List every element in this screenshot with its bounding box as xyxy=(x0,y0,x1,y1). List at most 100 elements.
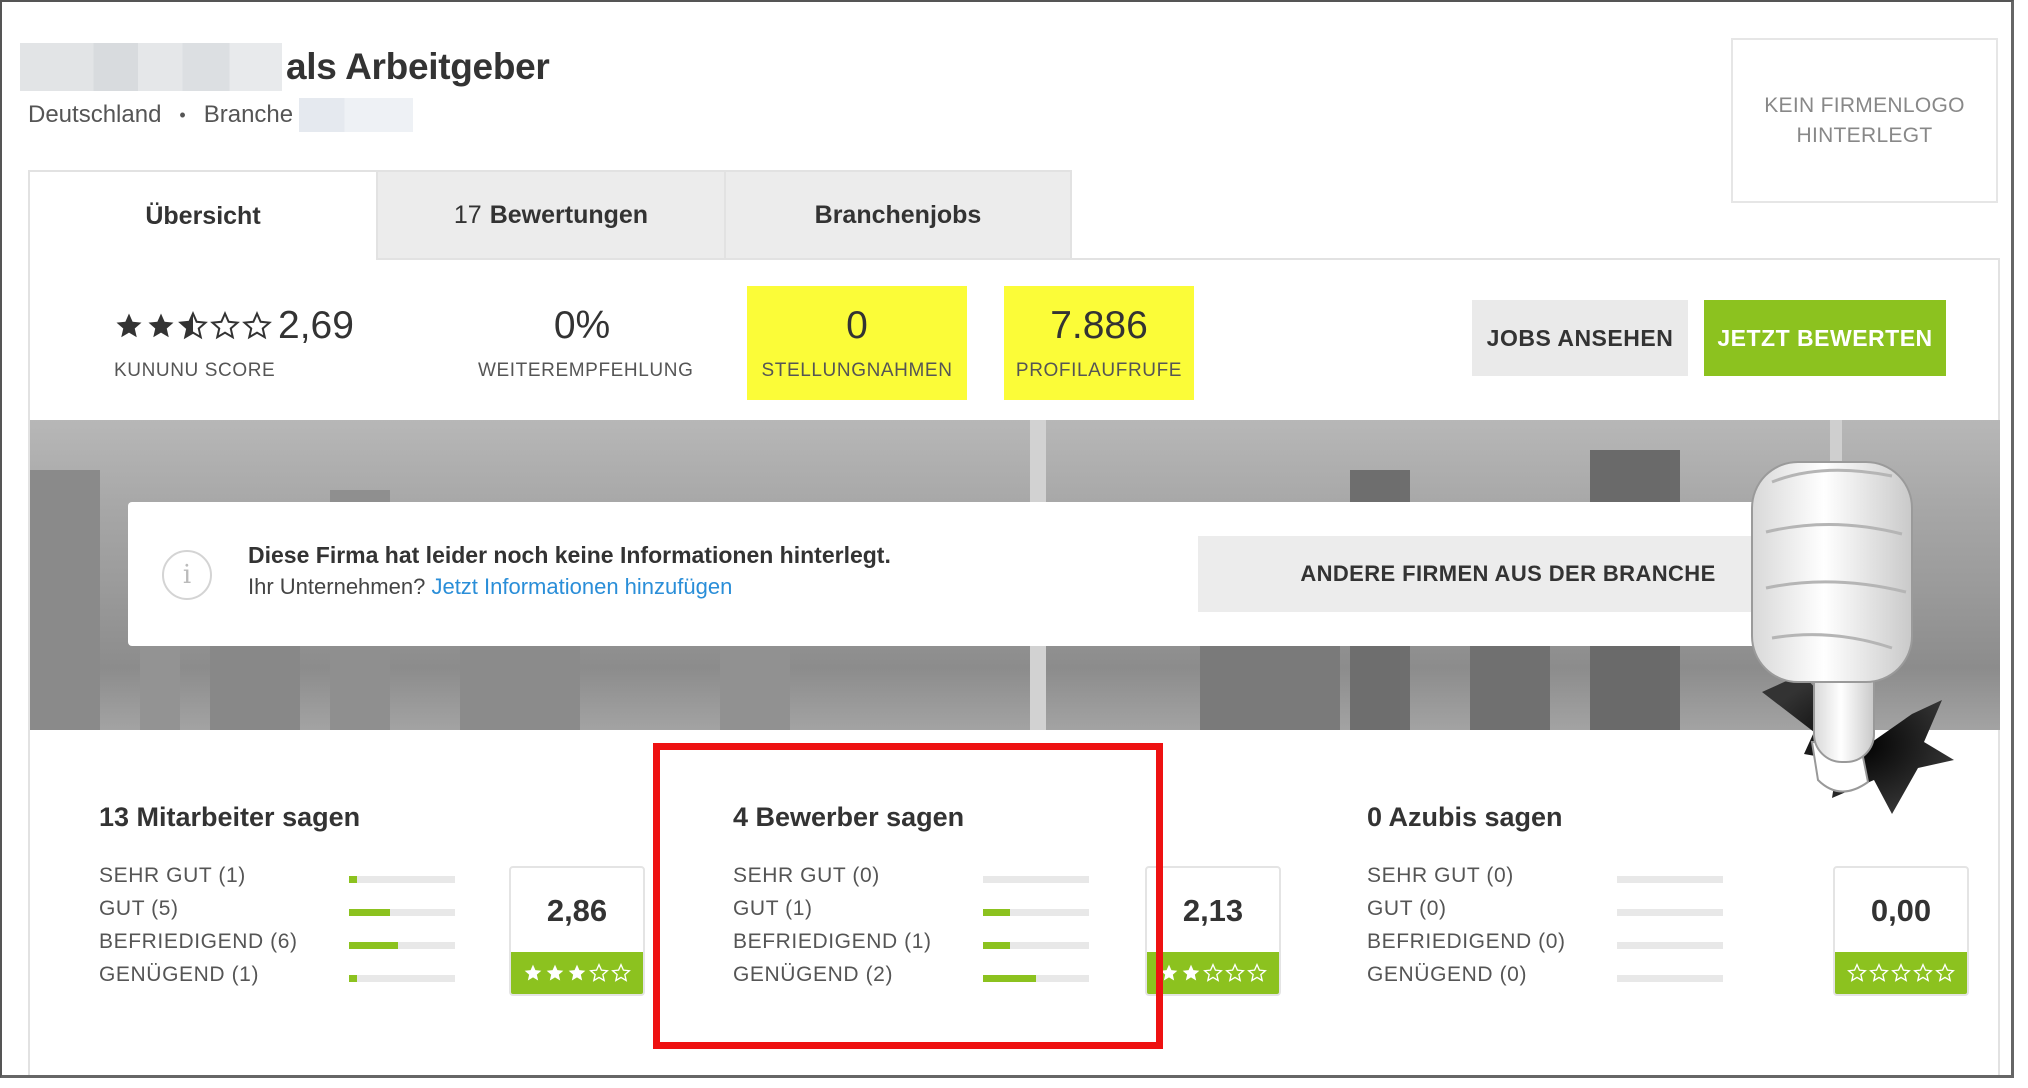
tab-underline xyxy=(376,258,2000,260)
company-name-redacted xyxy=(20,43,282,91)
rating-row: SEHR GUT (1) xyxy=(99,864,459,897)
rating-row: SEHR GUT (0) xyxy=(1367,864,1727,897)
rate-now-button[interactable]: JETZT BEWERTEN xyxy=(1704,300,1946,376)
rating-row: GENÜGEND (1) xyxy=(99,963,459,996)
page-title: als Arbeitgeber xyxy=(286,46,550,87)
recommendation-value: 0% xyxy=(553,304,611,347)
star-empty-icon xyxy=(611,963,631,982)
add-info-link[interactable]: Jetzt Informationen hinzufügen xyxy=(431,574,732,599)
no-info-question: Ihr Unternehmen? Jetzt Informationen hin… xyxy=(248,574,732,600)
score-card: 2,13 xyxy=(1145,866,1281,996)
rating-bar-track xyxy=(1617,909,1723,916)
group-title: 13 Mitarbeiter sagen xyxy=(99,802,361,832)
score-card-value: 0,00 xyxy=(1870,893,1932,928)
no-info-title: Diese Firma hat leider noch keine Inform… xyxy=(248,542,891,568)
rating-bar-track xyxy=(1617,876,1723,883)
rating-row: BEFRIEDIGEND (0) xyxy=(1367,930,1727,963)
profile-tabs: Übersicht 17 Bewertungen Branchenjobs xyxy=(28,170,1072,260)
kununu-score-stat: 2,69 KUNUNU SCORE xyxy=(114,302,354,382)
star-empty-icon xyxy=(1891,963,1911,982)
tab-reviews-count: 17 xyxy=(453,200,482,229)
rating-label: BEFRIEDIGEND (6) xyxy=(99,930,298,953)
page-header: als Arbeitgeber xyxy=(20,43,550,91)
star-empty-icon xyxy=(589,963,609,982)
rating-bar-track xyxy=(349,942,455,949)
rating-bar-fill xyxy=(349,942,398,949)
star-full-icon xyxy=(546,964,564,981)
logo-placeholder-line2: HINTERLEGT xyxy=(1796,123,1933,147)
star-empty-icon xyxy=(242,311,272,340)
recommendation-label: WEITEREMPFEHLUNG xyxy=(478,360,694,381)
meta-separator: • xyxy=(179,104,186,125)
company-logo-placeholder: KEIN FIRMENLOGO HINTERLEGT xyxy=(1731,38,1998,203)
score-card: 0,00 xyxy=(1833,866,1969,996)
country-label: Deutschland xyxy=(28,101,162,128)
statements-label: STELLUNGNAHMEN xyxy=(761,360,953,381)
star-empty-icon xyxy=(1247,963,1267,982)
statements-value: 0 xyxy=(846,304,868,347)
rating-bar-fill xyxy=(349,876,357,883)
branche-value-redacted xyxy=(299,98,414,132)
star-empty-icon xyxy=(1847,963,1867,982)
info-icon: i xyxy=(162,550,212,600)
rating-row: GENÜGEND (0) xyxy=(1367,963,1727,996)
apprentices-ratings: 0 Azubis sagen SEHR GUT (0) GUT (0) BEFR… xyxy=(1367,802,1969,1012)
star-empty-icon xyxy=(1225,963,1245,982)
star-full-icon xyxy=(524,964,542,981)
company-question: Ihr Unternehmen? xyxy=(248,574,426,599)
star-empty-icon xyxy=(1203,963,1223,982)
star-full-icon xyxy=(148,313,174,338)
star-empty-icon xyxy=(210,311,240,340)
star-empty-icon xyxy=(1913,963,1933,982)
rating-bar-track xyxy=(349,876,455,883)
star-full-icon xyxy=(568,964,586,981)
screenshot-frame: als Arbeitgeber Deutschland • Branche KE… xyxy=(0,0,2014,1078)
tab-industry-jobs-label: Branchenjobs xyxy=(814,200,982,229)
rating-label: BEFRIEDIGEND (0) xyxy=(1367,930,1566,953)
tab-overview[interactable]: Übersicht xyxy=(28,170,376,260)
rating-row: GUT (0) xyxy=(1367,897,1727,930)
rating-bar-track xyxy=(1617,942,1723,949)
score-card-stars xyxy=(1147,952,1279,994)
rating-row: GUT (5) xyxy=(99,897,459,930)
star-empty-icon xyxy=(1869,963,1889,982)
view-jobs-button[interactable]: JOBS ANSEHEN xyxy=(1472,300,1688,376)
annotation-red-box xyxy=(653,743,1163,1049)
score-stars xyxy=(114,311,274,341)
company-meta: Deutschland • Branche xyxy=(28,98,414,132)
rating-bar-fill xyxy=(349,909,390,916)
tab-reviews-label: Bewertungen xyxy=(489,200,649,229)
score-card-stars xyxy=(1835,952,1967,994)
profile-views-stat: 7.886 PROFILAUFRUFE xyxy=(1004,286,1194,400)
rating-bar-track xyxy=(1617,975,1723,982)
other-companies-button[interactable]: ANDERE FIRMEN AUS DER BRANCHE xyxy=(1198,536,1818,612)
rating-label: GUT (0) xyxy=(1367,897,1447,920)
rating-label: GENÜGEND (0) xyxy=(1367,963,1528,986)
star-full-icon xyxy=(116,313,142,338)
rating-bar-fill xyxy=(349,975,357,982)
rating-label: GUT (5) xyxy=(99,897,179,920)
rating-row: BEFRIEDIGEND (6) xyxy=(99,930,459,963)
score-card: 2,86 xyxy=(509,866,645,996)
score-card-value: 2,13 xyxy=(1182,893,1244,928)
star-full-icon xyxy=(1182,964,1200,981)
star-half-icon xyxy=(178,311,208,340)
score-card-stars xyxy=(511,952,643,994)
rating-label: SEHR GUT (1) xyxy=(99,864,246,887)
rating-label: GENÜGEND (1) xyxy=(99,963,260,986)
score-value: 2,69 xyxy=(278,304,354,347)
statements-stat: 0 STELLUNGNAHMEN xyxy=(747,286,967,400)
star-empty-icon xyxy=(1935,963,1955,982)
recommendation-stat: 0% WEITEREMPFEHLUNG xyxy=(478,302,694,382)
tab-reviews[interactable]: 17 Bewertungen xyxy=(376,170,724,260)
score-card-value: 2,86 xyxy=(546,893,608,928)
profile-views-label: PROFILAUFRUFE xyxy=(1015,360,1183,381)
no-info-card: i Diese Firma hat leider noch keine Info… xyxy=(128,502,1848,646)
rating-label: SEHR GUT (0) xyxy=(1367,864,1514,887)
score-label: KUNUNU SCORE xyxy=(114,360,276,381)
tab-industry-jobs[interactable]: Branchenjobs xyxy=(724,170,1072,260)
tab-overview-label: Übersicht xyxy=(145,201,261,230)
profile-views-value: 7.886 xyxy=(1050,304,1148,347)
logo-placeholder-line1: KEIN FIRMENLOGO xyxy=(1764,93,1965,117)
rating-bar-track xyxy=(349,975,455,982)
